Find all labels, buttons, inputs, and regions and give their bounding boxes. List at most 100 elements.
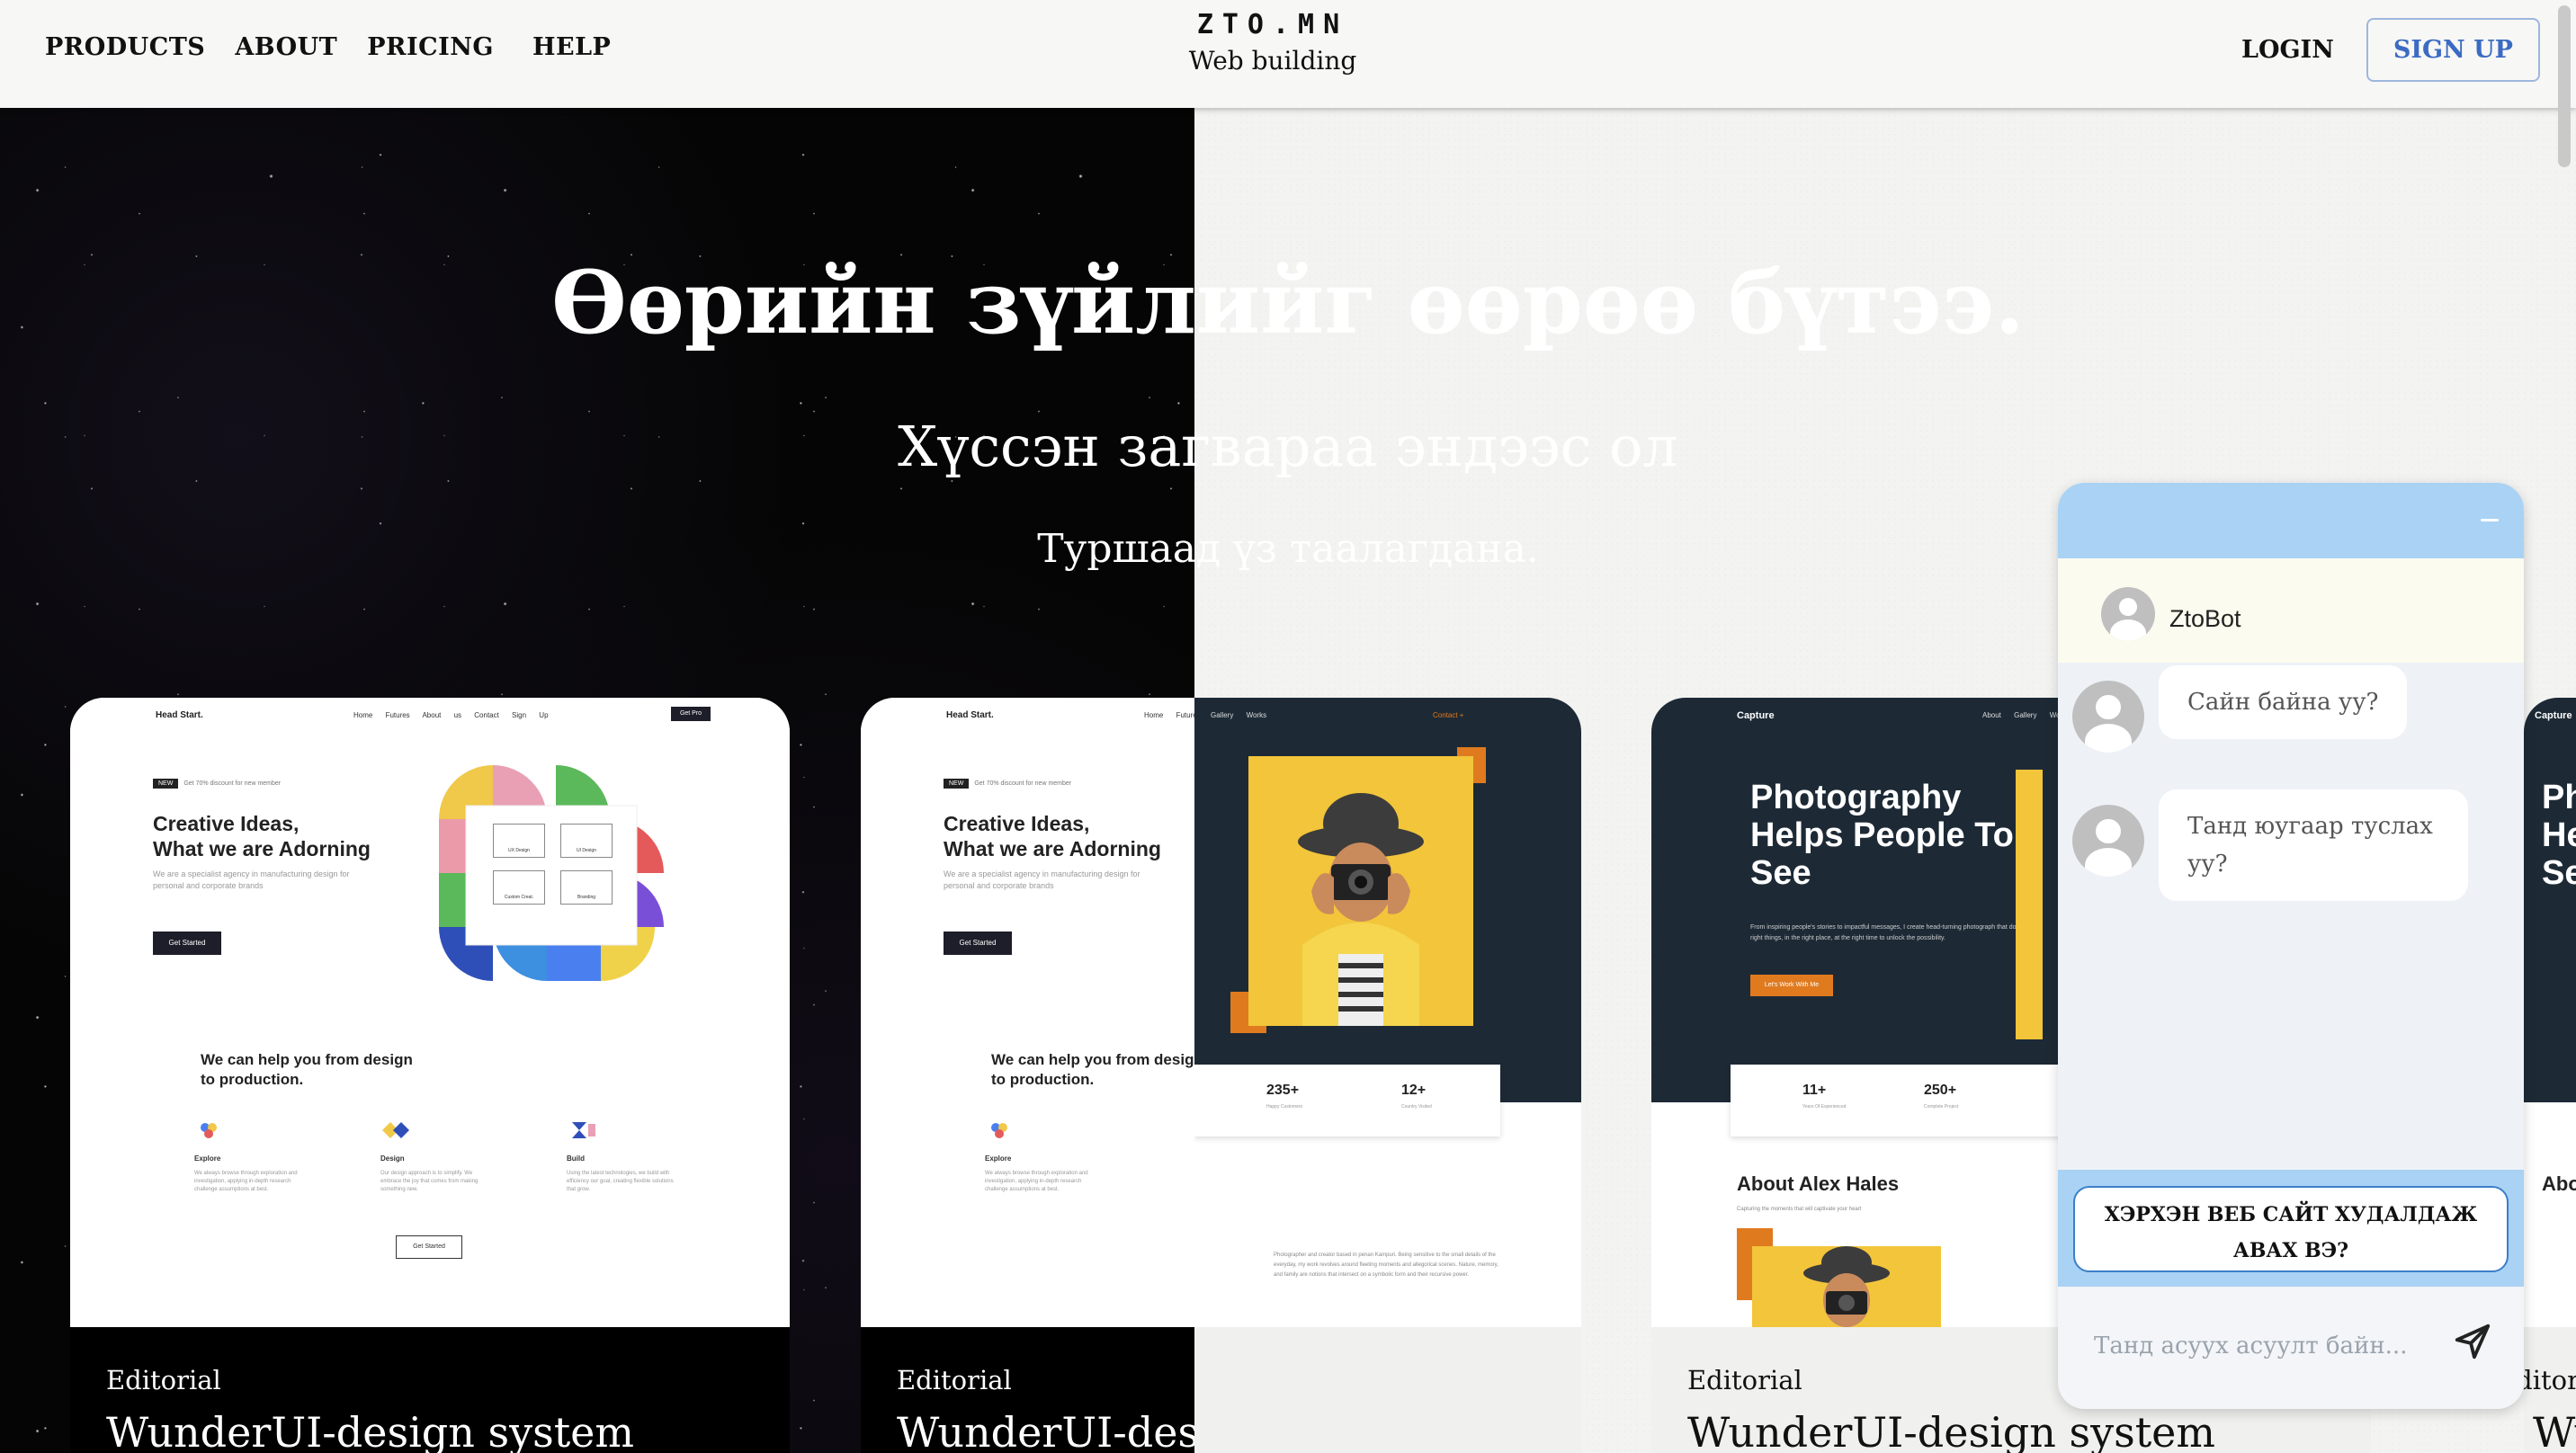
preview-menu: Gallery Works bbox=[1211, 711, 1267, 719]
user-avatar-icon bbox=[2072, 805, 2144, 877]
preview-brand: Head Start. bbox=[946, 710, 994, 720]
nav-products[interactable]: PRODUCTS bbox=[45, 33, 205, 61]
chat-titlebar bbox=[2058, 483, 2524, 558]
preview-menu: Home Futures About us Contact Sign Up bbox=[353, 711, 549, 719]
preview-stat-value: 12+ bbox=[1401, 1083, 1427, 1098]
card-footer bbox=[1194, 1327, 1581, 1453]
design-icon bbox=[382, 1122, 409, 1138]
page-scrollbar[interactable] bbox=[2558, 5, 2571, 167]
preview-heading-line1: Photography bbox=[1750, 779, 1962, 816]
preview-heading: Photography Helps People To See bbox=[1750, 779, 2014, 892]
auth-actions: LOGIN SIGN UP bbox=[2241, 18, 2540, 82]
preview-brand: Head Start. bbox=[156, 710, 203, 720]
nav-pricing[interactable]: PRICING bbox=[367, 33, 494, 61]
preview-feature: Explore We always browse through explora… bbox=[194, 1120, 302, 1194]
bot-name: ZtoBot bbox=[2169, 605, 2241, 632]
preview-feature-text: We always browse through exploration and… bbox=[985, 1171, 1088, 1192]
template-card[interactable]: Head Start. Home Futures About us Contac… bbox=[70, 698, 790, 1453]
brand-logo[interactable]: ZTO.MN bbox=[1052, 9, 1493, 40]
preview-stat: 12+ Country Visited bbox=[1401, 1083, 1432, 1110]
signup-button[interactable]: SIGN UP bbox=[2366, 18, 2540, 82]
photographer-illustration bbox=[1248, 756, 1473, 1026]
quick-reply-button[interactable]: ХЭРХЭН ВЕБ САЙТ ХУДАЛДАЖ АВАХ ВЭ? bbox=[2073, 1186, 2509, 1272]
preview-about-title: Abou bbox=[2542, 1172, 2576, 1195]
preview-heading-line1: Creative Ideas, bbox=[944, 812, 1090, 835]
preview-feature: Design Our design approach is to simplif… bbox=[380, 1120, 488, 1194]
preview-tile: Custom Creat. bbox=[493, 870, 545, 905]
preview-cta: Get Pro bbox=[671, 707, 711, 721]
preview-stat-label: Happy Customers bbox=[1266, 1104, 1303, 1110]
preview-about-sub: Capturing the moments that will captivat… bbox=[1737, 1207, 1862, 1212]
preview-feature-title: Explore bbox=[985, 1154, 1012, 1163]
preview-brand: Capture bbox=[1737, 710, 1775, 721]
preview-heading2-line2: to production. bbox=[991, 1071, 1095, 1088]
preview-about-photo bbox=[1752, 1246, 1941, 1327]
preview-tag-text: Get 70% discount for new member bbox=[183, 780, 282, 787]
preview-tag-text: Get 70% discount for new member bbox=[974, 780, 1072, 787]
quick-reply-area: ХЭРХЭН ВЕБ САЙТ ХУДАЛДАЖ АВАХ ВЭ? bbox=[2058, 1170, 2524, 1287]
nav-help[interactable]: HELP bbox=[532, 33, 611, 61]
preview-feature: Build Using the latest technologies, we … bbox=[567, 1120, 675, 1194]
template-card[interactable]: Gallery Works Contact + 235+ Happy Custom… bbox=[1194, 698, 1581, 1453]
preview-tag: NEW Get 70% discount for new member bbox=[944, 779, 1072, 789]
hero-subtitle: Хүссэн загвараа эндээс ол bbox=[898, 414, 1678, 479]
card-title[interactable]: WunderUI-design system bbox=[106, 1408, 634, 1453]
chat-message: Сайн байна уу? bbox=[2159, 665, 2408, 739]
chat-bot-header: ZtoBot bbox=[2058, 558, 2524, 663]
preview-paragraph: From inspiring people's stories to impac… bbox=[1750, 924, 2034, 941]
preview-tag: NEW Get 70% discount for new member bbox=[153, 779, 282, 789]
card-category: Editorial bbox=[1687, 1365, 1802, 1395]
preview-button: Let's Work With Me bbox=[1750, 975, 1833, 996]
brand[interactable]: ZTO.MN Web building bbox=[1052, 9, 1493, 76]
preview-tag-badge: NEW bbox=[153, 779, 179, 789]
chat-input-area bbox=[2058, 1287, 2524, 1409]
preview-button2: Get Started bbox=[396, 1235, 462, 1259]
bot-avatar-icon bbox=[2101, 587, 2155, 641]
preview-feature: Explore We always browse through explora… bbox=[985, 1120, 1093, 1194]
card-title[interactable]: WunderUI-design system bbox=[1687, 1408, 2215, 1453]
preview-heading2: We can help you from design to production… bbox=[201, 1050, 413, 1090]
preview-feature-title: Explore bbox=[194, 1154, 221, 1163]
preview-feature-text: Our design approach is to simplify. We e… bbox=[380, 1171, 479, 1192]
main-nav: PRODUCTS ABOUT PRICING HELP bbox=[45, 29, 640, 65]
preview-heading-line1: Creative Ideas, bbox=[153, 812, 300, 835]
preview-feature-text: Using the latest technologies, we build … bbox=[567, 1171, 674, 1192]
preview-stat-value: 11+ bbox=[1802, 1083, 1827, 1098]
template-preview: Capture Ph He Se Abou bbox=[2524, 698, 2576, 1327]
send-icon[interactable] bbox=[2452, 1321, 2493, 1362]
preview-photo bbox=[1230, 747, 1486, 1033]
preview-button: Get Started bbox=[944, 932, 1012, 955]
preview-stat-label: Complete Project bbox=[1924, 1104, 1959, 1110]
chat-message: Танд юугаар туслах уу? bbox=[2159, 789, 2468, 901]
preview-stat-value: 250+ bbox=[1924, 1083, 1957, 1098]
nav-about[interactable]: ABOUT bbox=[235, 33, 337, 61]
preview-brand: Capture bbox=[2535, 710, 2572, 721]
user-avatar-icon bbox=[2072, 681, 2144, 753]
template-preview: Head Start. Home Futures About us Contac… bbox=[70, 698, 790, 1327]
preview-heading: Creative Ideas, What we are Adorning bbox=[944, 811, 1161, 861]
card-title[interactable]: WunderUI-design system bbox=[2533, 1408, 2576, 1453]
preview-tile: Branding bbox=[560, 870, 613, 905]
preview-colorful-art bbox=[439, 765, 664, 981]
preview-tile: UX Design bbox=[493, 824, 545, 858]
chat-input[interactable] bbox=[2094, 1326, 2436, 1366]
preview-heading-line2: Helps People To bbox=[1750, 816, 2014, 854]
preview-paragraph: We are a specialist agency in manufactur… bbox=[153, 869, 350, 890]
preview-paragraph: We are a specialist agency in manufactur… bbox=[944, 869, 1140, 890]
chat-widget[interactable]: ZtoBot Сайн байна уу? Танд юугаар туслах… bbox=[2058, 483, 2524, 1409]
preview-heading-line2: What we are Adorning bbox=[153, 837, 371, 860]
minimize-icon[interactable] bbox=[2481, 519, 2499, 521]
preview-heading-line3: See bbox=[1750, 854, 1811, 892]
explore-icon bbox=[201, 1123, 217, 1138]
login-link[interactable]: LOGIN bbox=[2241, 36, 2334, 64]
preview-button: Get Started bbox=[153, 932, 221, 955]
preview-feature-title: Build bbox=[567, 1154, 585, 1163]
preview-heading-line2: What we are Adorning bbox=[944, 837, 1161, 860]
preview-stat: 235+ Happy Customers bbox=[1266, 1083, 1302, 1110]
preview-about-title: About Alex Hales bbox=[1737, 1172, 1900, 1195]
build-icon bbox=[572, 1122, 595, 1138]
preview-heading2-line2: to production. bbox=[201, 1071, 304, 1088]
preview-feature-text: We always browse through exploration and… bbox=[194, 1171, 298, 1192]
template-card[interactable]: Capture Ph He Se Abou Editorial WunderUI… bbox=[2524, 698, 2576, 1453]
preview-feature-title: Design bbox=[380, 1154, 405, 1163]
